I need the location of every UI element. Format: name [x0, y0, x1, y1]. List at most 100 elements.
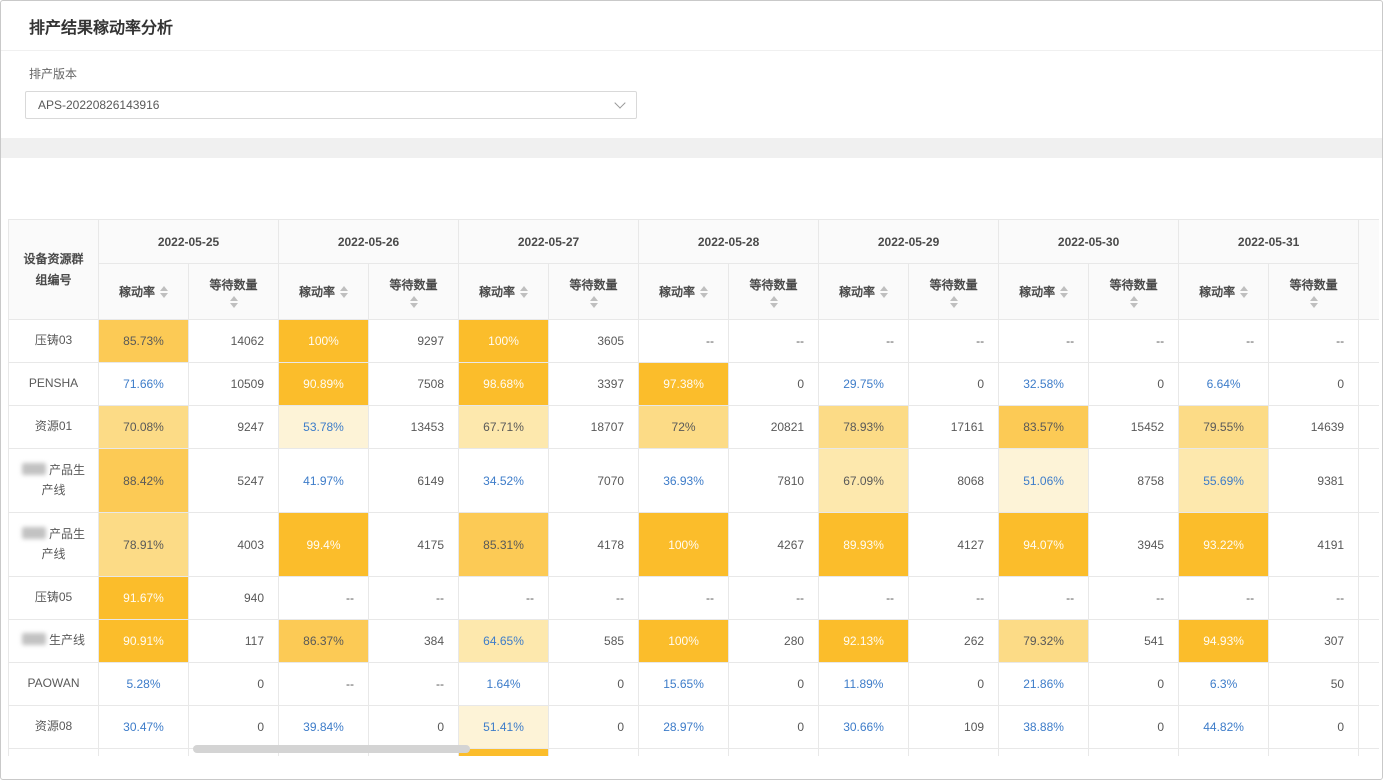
- sort-icon[interactable]: [1310, 296, 1318, 308]
- sort-icon[interactable]: [770, 296, 778, 308]
- wait-quantity-cell: 9247: [189, 406, 279, 449]
- sort-icon[interactable]: [160, 286, 168, 298]
- utilization-cell: --: [819, 320, 909, 363]
- utilization-cell: [1179, 749, 1269, 757]
- utilization-cell: 86.37%: [279, 620, 369, 663]
- wait-quantity-cell: [729, 749, 819, 757]
- utilization-cell: 6.64%: [1179, 363, 1269, 406]
- wait-quantity-header-label: 等待数量: [1110, 276, 1158, 293]
- sort-icon[interactable]: [700, 286, 708, 298]
- utilization-cell: 78.93%: [819, 406, 909, 449]
- sort-icon[interactable]: [230, 296, 238, 308]
- utilization-cell: --: [999, 320, 1089, 363]
- wait-quantity-cell: 0: [369, 706, 459, 749]
- wait-quantity-cell: 0: [909, 363, 999, 406]
- utilization-cell: 85.31%: [459, 513, 549, 577]
- utilization-cell: 83.57%: [999, 406, 1089, 449]
- utilization-cell: 30.47%: [99, 706, 189, 749]
- sort-header-wait-quantity[interactable]: 等待数量: [189, 264, 279, 320]
- wait-quantity-cell: --: [729, 320, 819, 363]
- sort-header-wait-quantity[interactable]: 等待数量: [729, 264, 819, 320]
- sort-header-wait-quantity[interactable]: 等待数量: [1089, 264, 1179, 320]
- row-label: 产品生产线: [9, 449, 99, 513]
- cut-off-cell: [1359, 406, 1379, 449]
- utilization-cell: --: [639, 320, 729, 363]
- utilization-cell: 32.58%: [999, 363, 1089, 406]
- sort-header-wait-quantity[interactable]: 等待数量: [369, 264, 459, 320]
- sort-icon[interactable]: [520, 286, 528, 298]
- row-label: 生产线: [9, 620, 99, 663]
- cut-off-cell: [1359, 320, 1379, 363]
- wait-quantity-cell: 0: [1089, 363, 1179, 406]
- wait-quantity-cell: --: [909, 577, 999, 620]
- sort-icon[interactable]: [590, 296, 598, 308]
- wait-quantity-header-label: 等待数量: [570, 276, 618, 293]
- wait-quantity-cell: 280: [729, 620, 819, 663]
- filter-form: 排产版本 APS-20220826143916: [1, 51, 1382, 119]
- utilization-header-label: 稼动率: [1019, 283, 1055, 300]
- wait-quantity-cell: 5247: [189, 449, 279, 513]
- utilization-cell: 21.86%: [999, 663, 1089, 706]
- sort-header-utilization[interactable]: 稼动率: [639, 264, 729, 320]
- sort-header-utilization[interactable]: 稼动率: [999, 264, 1089, 320]
- wait-quantity-cell: [549, 749, 639, 757]
- wait-quantity-cell: --: [1269, 577, 1359, 620]
- corner-header: 设备资源群组编号: [9, 220, 99, 320]
- utilization-cell: 38.88%: [999, 706, 1089, 749]
- utilization-cell: 29.75%: [819, 363, 909, 406]
- sort-header-wait-quantity[interactable]: 等待数量: [1269, 264, 1359, 320]
- wait-quantity-cell: --: [909, 320, 999, 363]
- utilization-cell: [819, 749, 909, 757]
- wait-quantity-cell: 541: [1089, 620, 1179, 663]
- utilization-cell: 100%: [639, 620, 729, 663]
- wait-quantity-cell: 4003: [189, 513, 279, 577]
- utilization-cell: 1.64%: [459, 663, 549, 706]
- sort-header-utilization[interactable]: 稼动率: [1179, 264, 1269, 320]
- sort-icon[interactable]: [340, 286, 348, 298]
- wait-quantity-cell: --: [369, 663, 459, 706]
- redacted-text: [22, 633, 46, 645]
- sort-icon[interactable]: [1060, 286, 1068, 298]
- utilization-cell: 79.55%: [1179, 406, 1269, 449]
- wait-quantity-cell: --: [1089, 577, 1179, 620]
- sort-header-utilization[interactable]: 稼动率: [819, 264, 909, 320]
- utilization-cell: 90.89%: [279, 363, 369, 406]
- version-select[interactable]: APS-20220826143916: [25, 91, 637, 119]
- wait-quantity-cell: --: [729, 577, 819, 620]
- sort-icon[interactable]: [880, 286, 888, 298]
- wait-quantity-cell: 307: [1269, 620, 1359, 663]
- wait-quantity-cell: --: [369, 577, 459, 620]
- wait-quantity-cell: 7070: [549, 449, 639, 513]
- sort-icon[interactable]: [410, 296, 418, 308]
- wait-quantity-cell: 9381: [1269, 449, 1359, 513]
- sort-header-utilization[interactable]: 稼动率: [99, 264, 189, 320]
- sort-icon[interactable]: [1130, 296, 1138, 308]
- utilization-table: 设备资源群组编号2022-05-252022-05-262022-05-2720…: [8, 219, 1379, 756]
- sort-header-wait-quantity[interactable]: 等待数量: [909, 264, 999, 320]
- wait-quantity-cell: 20821: [729, 406, 819, 449]
- utilization-header-label: 稼动率: [119, 283, 155, 300]
- utilization-cell: 11.89%: [819, 663, 909, 706]
- utilization-cell: 5.28%: [99, 663, 189, 706]
- utilization-cell: --: [279, 577, 369, 620]
- wait-quantity-cell: 384: [369, 620, 459, 663]
- sort-header-wait-quantity[interactable]: 等待数量: [549, 264, 639, 320]
- utilization-cell: --: [999, 577, 1089, 620]
- wait-quantity-cell: 7810: [729, 449, 819, 513]
- wait-quantity-cell: 3605: [549, 320, 639, 363]
- sort-header-utilization[interactable]: 稼动率: [279, 264, 369, 320]
- page-header: 排产结果稼动率分析: [1, 1, 1382, 51]
- wait-quantity-cell: 0: [1089, 663, 1179, 706]
- wait-quantity-header-label: 等待数量: [930, 276, 978, 293]
- wait-quantity-cell: 3945: [1089, 513, 1179, 577]
- utilization-header-label: 稼动率: [299, 283, 335, 300]
- sort-header-utilization[interactable]: 稼动率: [459, 264, 549, 320]
- horizontal-scrollbar[interactable]: [193, 745, 470, 753]
- sort-icon[interactable]: [1240, 286, 1248, 298]
- cut-off-cell: [1359, 577, 1379, 620]
- date-header: 2022-05-26: [279, 220, 459, 264]
- sort-icon[interactable]: [950, 296, 958, 308]
- row-label: PAOWAN: [9, 663, 99, 706]
- table-row: 资源0170.08%924753.78%1345367.71%1870772%2…: [9, 406, 1380, 449]
- utilization-cell: 85.73%: [99, 320, 189, 363]
